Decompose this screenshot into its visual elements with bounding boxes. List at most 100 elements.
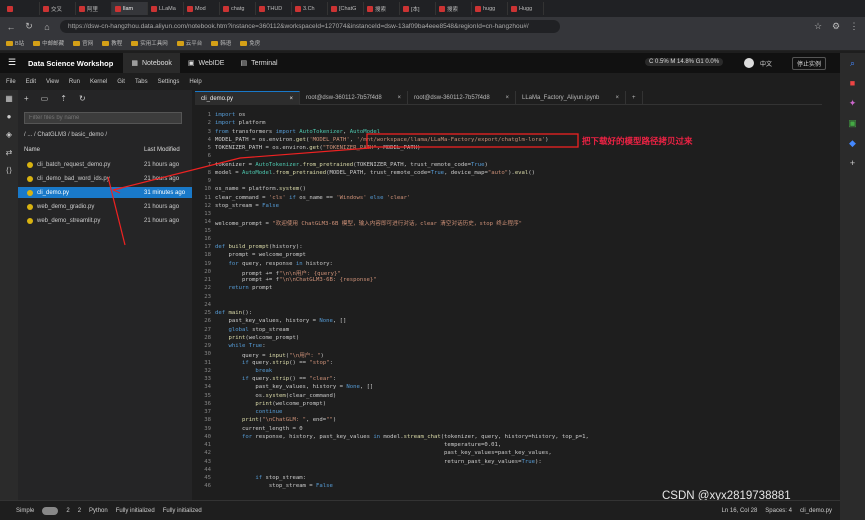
reload-icon[interactable]: ↻ xyxy=(24,21,34,32)
browser-tab[interactable]: 搜索 xyxy=(364,2,400,15)
menu-item[interactable]: Tabs xyxy=(135,79,148,85)
editor-tab[interactable]: cli_demo.py × xyxy=(195,91,300,105)
file-row[interactable]: cli_demo.py 31 minutes ago xyxy=(18,187,192,198)
column-name[interactable]: Name xyxy=(24,147,40,153)
plus-icon[interactable]: + xyxy=(840,153,865,173)
browser-tab[interactable]: hugg xyxy=(472,2,508,15)
kernel-count[interactable]: 2 xyxy=(66,508,69,514)
bag-icon[interactable]: ■ xyxy=(840,73,865,93)
code-line[interactable]: past_key_values, history = None, [] xyxy=(215,318,346,324)
menu-item[interactable]: View xyxy=(46,79,59,85)
code-line[interactable]: if stop_stream: xyxy=(215,475,306,481)
menu-item[interactable]: Settings xyxy=(158,79,180,85)
browser-tab[interactable]: llam xyxy=(112,2,148,15)
code-line[interactable]: clear_command = 'cls' if os_name == 'Win… xyxy=(215,195,410,201)
refresh-icon[interactable]: ↻ xyxy=(79,94,86,103)
language-select[interactable]: 中文 xyxy=(760,59,772,68)
menu-item[interactable]: Edit xyxy=(26,79,36,85)
git-icon[interactable]: ◈ xyxy=(0,126,18,144)
code-line[interactable]: past_key_values, history = None, [] xyxy=(215,384,373,390)
file-row[interactable]: cli_demo_bad_word_ids.py 21 hours ago xyxy=(18,173,192,184)
browser-tab[interactable]: [本] xyxy=(400,2,436,15)
menu-item[interactable]: File xyxy=(6,79,16,85)
code-line[interactable]: temperature=0.01, xyxy=(215,442,501,448)
editor-tab[interactable]: root@dsw-360112-7b57f4d8 × xyxy=(300,91,408,105)
code-line[interactable]: return_past_key_values=True): xyxy=(215,459,542,465)
running-icon[interactable]: ● xyxy=(0,108,18,126)
bookmark-item[interactable]: 免房 xyxy=(240,39,260,47)
outlook-icon[interactable]: ◆ xyxy=(840,133,865,153)
code-line[interactable]: stop_stream = False xyxy=(215,483,333,489)
editor-tab[interactable]: LLaMa_Factory_Aliyun.ipynb × xyxy=(516,91,626,105)
terminal-count[interactable]: 2 xyxy=(78,508,81,514)
extensions-icon[interactable]: ⚙ xyxy=(831,21,841,32)
browser-tab[interactable]: Mod xyxy=(184,2,220,15)
new-launcher-icon[interactable]: + xyxy=(24,94,29,103)
code-line[interactable]: for response, history, past_key_values i… xyxy=(215,434,589,440)
filter-input[interactable] xyxy=(24,112,182,124)
file-row[interactable]: cli_batch_request_demo.py 21 hours ago xyxy=(18,159,192,170)
browser-tab[interactable]: chatg xyxy=(220,2,256,15)
code-line[interactable]: stop_stream = False xyxy=(215,203,279,209)
code-line[interactable]: print("\nChatGLM: ", end="") xyxy=(215,417,336,423)
file-row[interactable]: web_demo_gradio.py 21 hours ago xyxy=(18,201,192,212)
code-line[interactable]: for query, response in history: xyxy=(215,261,332,267)
browser-tab[interactable] xyxy=(4,2,40,15)
code-line[interactable]: def main(): xyxy=(215,310,252,316)
avatar[interactable] xyxy=(744,58,754,68)
browser-tab[interactable]: Hugg xyxy=(508,2,544,15)
browser-tab[interactable]: 搜索 xyxy=(436,2,472,15)
code-icon[interactable]: ⟨⟩ xyxy=(0,162,18,180)
bookmark-item[interactable]: 云平台 xyxy=(176,39,202,47)
bookmark-item[interactable]: 官网 xyxy=(73,39,93,47)
code-line[interactable]: if query.strip() == "clear": xyxy=(215,376,336,382)
browser-tab[interactable]: LLaMa xyxy=(148,2,184,15)
bookmark-item[interactable]: 实用工具网 xyxy=(131,39,168,47)
office-icon[interactable]: ▣ xyxy=(840,113,865,133)
new-folder-icon[interactable]: ▭ xyxy=(41,94,49,103)
code-line[interactable]: model = AutoModel.from_pretrained(MODEL_… xyxy=(215,170,535,176)
url-field[interactable]: https://dsw-cn-hangzhou.data.aliyun.com/… xyxy=(60,20,560,33)
code-line[interactable]: import platform xyxy=(215,120,266,126)
menu-icon[interactable]: ⋮ xyxy=(849,21,859,32)
menu-item[interactable]: Help xyxy=(189,79,201,85)
star-icon[interactable]: ☆ xyxy=(813,21,823,32)
cursor-position[interactable]: Ln 16, Col 28 xyxy=(722,508,758,514)
back-icon[interactable]: ← xyxy=(6,22,16,32)
bookmark-item[interactable]: 教程 xyxy=(102,39,122,47)
menu-icon[interactable]: ☰ xyxy=(8,57,16,68)
commands-icon[interactable]: ⇄ xyxy=(0,144,18,162)
close-icon[interactable]: × xyxy=(289,96,293,102)
new-tab-button[interactable]: + xyxy=(626,91,643,105)
code-line[interactable]: import os xyxy=(215,112,245,118)
bookmark-item[interactable]: 韩语 xyxy=(211,39,231,47)
bookmark-item[interactable]: B站 xyxy=(6,39,24,47)
code-line[interactable]: from transformers import AutoTokenizer, … xyxy=(215,129,380,135)
browser-tab[interactable]: [ChatG xyxy=(328,2,364,15)
simple-mode-toggle[interactable] xyxy=(42,506,59,515)
code-line[interactable]: os.system(clear_command) xyxy=(215,393,336,399)
code-line[interactable]: if query.strip() == "stop": xyxy=(215,360,333,366)
code-line[interactable]: os_name = platform.system() xyxy=(215,186,306,192)
code-line[interactable]: current_length = 0 xyxy=(215,426,303,432)
browser-tab[interactable]: 阿里 xyxy=(76,2,112,15)
kernel-name[interactable]: Python xyxy=(89,508,108,514)
menu-item[interactable]: Run xyxy=(69,79,80,85)
column-last-modified[interactable]: Last Modified xyxy=(144,147,180,153)
code-line[interactable]: prompt += f"\n\n用户: {query}" xyxy=(215,269,341,277)
browser-tab[interactable]: 交叉 xyxy=(40,2,76,15)
code-line[interactable]: welcome_prompt = "欢迎使用 ChatGLM3-6B 模型，输入… xyxy=(215,219,522,227)
tab-terminal[interactable]: ▤ Terminal xyxy=(232,53,285,73)
code-line[interactable]: past_key_values=past_key_values, xyxy=(215,450,552,456)
tab-notebook[interactable]: ▦ Notebook xyxy=(123,53,180,73)
code-line[interactable]: def build_prompt(history): xyxy=(215,244,303,250)
menu-item[interactable]: Git xyxy=(117,79,125,85)
breadcrumb[interactable]: / ... / ChatGLM3 / basic_demo / xyxy=(24,132,107,138)
code-line[interactable]: break xyxy=(215,368,272,374)
browser-tab[interactable]: 3.Ch xyxy=(292,2,328,15)
code-line[interactable]: prompt = welcome_prompt xyxy=(215,252,305,258)
tab-webide[interactable]: ▣ WebIDE xyxy=(180,53,233,73)
code-line[interactable]: return prompt xyxy=(215,285,272,291)
code-line[interactable]: continue xyxy=(215,409,282,415)
file-row[interactable]: web_demo_streamlit.py 21 hours ago xyxy=(18,215,192,226)
